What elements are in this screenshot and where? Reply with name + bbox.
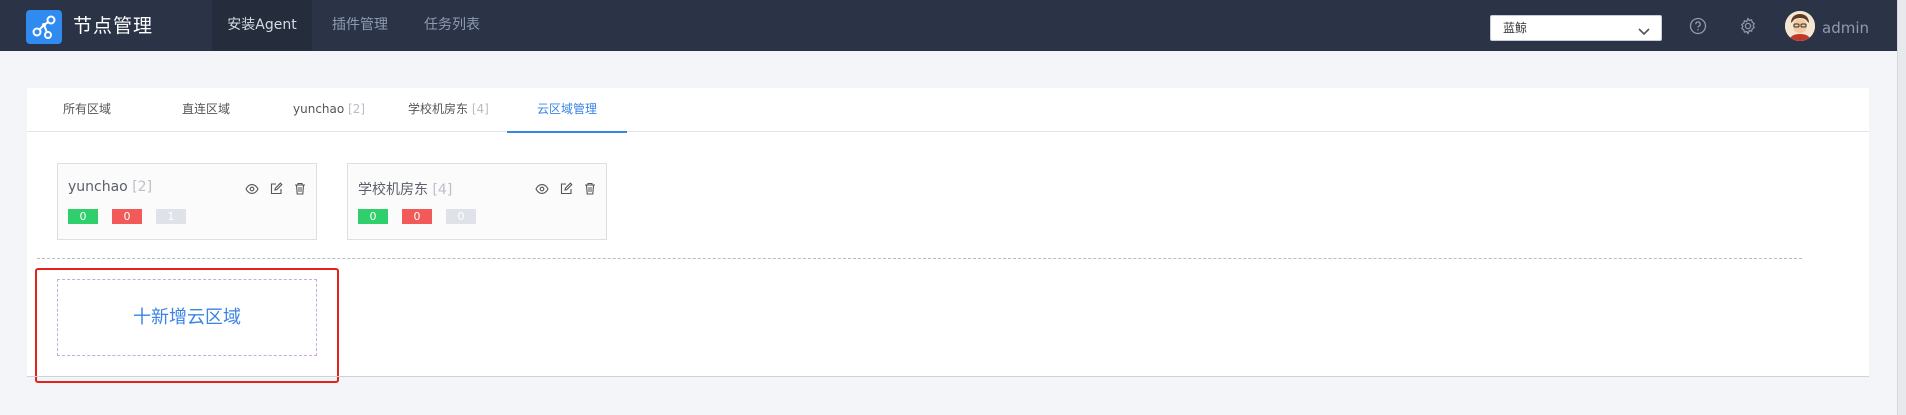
card-actions xyxy=(239,179,306,199)
app-title: 节点管理 xyxy=(73,15,154,37)
business-select-value: 蓝鲸 xyxy=(1503,21,1528,35)
eye-icon[interactable] xyxy=(245,180,259,199)
avatar[interactable] xyxy=(1785,11,1815,41)
edit-icon[interactable] xyxy=(270,180,283,199)
tab-label: 云区域管理 xyxy=(536,102,597,116)
region-tabs: 所有区域 直连区域 yunchao [2] 学校机房东 [4] 云区域管理 xyxy=(27,88,1869,133)
region-card-title: 学校机房东 [4] xyxy=(358,179,452,199)
tab-direct-region[interactable]: 直连区域 xyxy=(182,88,230,131)
abnormal-count-badge: 0 xyxy=(402,209,432,224)
region-card[interactable]: 学校机房东 [4] 0 0 0 xyxy=(347,163,607,240)
app-logo-icon[interactable] xyxy=(26,10,62,44)
region-count: [2] xyxy=(132,179,153,195)
trash-icon[interactable] xyxy=(584,180,596,199)
add-cloud-region-button[interactable]: 十新增云区域 xyxy=(57,279,317,356)
tab-cloud-region-management[interactable]: 云区域管理 xyxy=(507,88,627,133)
tab-label: 学校机房东 xyxy=(408,102,469,116)
nav-plugin-management-label: 插件管理 xyxy=(332,17,388,33)
vertical-scrollbar[interactable] xyxy=(1897,0,1906,415)
region-count: [4] xyxy=(432,182,453,198)
section-divider xyxy=(37,258,1802,259)
tab-yunchao[interactable]: yunchao [2] xyxy=(293,88,365,131)
top-navbar: 节点管理 安装Agent 插件管理 任务列表 蓝鲸 admin xyxy=(0,0,1898,51)
question-circle-icon[interactable] xyxy=(1689,17,1707,39)
other-count-badge: 0 xyxy=(446,209,476,224)
nav-task-list[interactable]: 任务列表 xyxy=(424,0,480,51)
tab-school-room-east[interactable]: 学校机房东 [4] xyxy=(408,88,489,131)
tab-count: [2] xyxy=(348,102,366,116)
normal-count-badge: 0 xyxy=(68,209,98,224)
business-select[interactable]: 蓝鲸 xyxy=(1490,15,1662,41)
eye-icon[interactable] xyxy=(535,180,549,199)
region-card[interactable]: yunchao [2] 0 0 1 xyxy=(57,163,317,240)
trash-icon[interactable] xyxy=(294,180,306,199)
normal-count-badge: 0 xyxy=(358,209,388,224)
region-name: yunchao xyxy=(68,179,128,195)
abnormal-count-badge: 0 xyxy=(112,209,142,224)
panel-bottom-border xyxy=(27,376,1869,377)
nav-plugin-management[interactable]: 插件管理 xyxy=(332,0,388,51)
edit-icon[interactable] xyxy=(560,180,573,199)
nav-task-list-label: 任务列表 xyxy=(424,17,480,33)
main-panel: 所有区域 直连区域 yunchao [2] 学校机房东 [4] 云区域管理 yu… xyxy=(27,88,1869,383)
nav-install-agent[interactable]: 安装Agent xyxy=(212,0,312,51)
other-count-badge: 1 xyxy=(156,209,186,224)
tab-count: [4] xyxy=(471,102,489,116)
chevron-down-icon xyxy=(1637,22,1651,41)
nav-install-agent-label: 安装Agent xyxy=(227,17,297,33)
add-cloud-region-label: 十新增云区域 xyxy=(133,307,241,328)
region-name: 学校机房东 xyxy=(358,182,428,198)
tab-label: 直连区域 xyxy=(182,102,231,116)
tab-label: 所有区域 xyxy=(63,102,112,116)
user-name[interactable]: admin xyxy=(1822,19,1869,37)
tab-all-regions[interactable]: 所有区域 xyxy=(63,88,111,131)
card-actions xyxy=(529,179,596,199)
tab-label: yunchao xyxy=(293,102,345,116)
region-card-title: yunchao [2] xyxy=(68,179,152,195)
gear-icon[interactable] xyxy=(1739,17,1757,39)
